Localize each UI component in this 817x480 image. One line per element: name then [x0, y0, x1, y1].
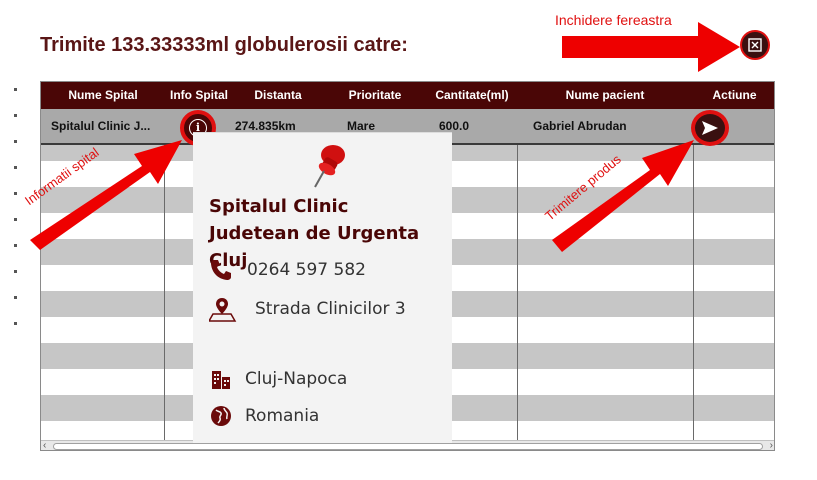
column-header-distance[interactable]: Distanta: [233, 82, 323, 109]
dialog-title: Trimite 133.33333ml globulerosii catre:: [40, 34, 408, 56]
close-button[interactable]: [740, 30, 770, 60]
map-marker-icon: [209, 298, 237, 322]
column-header-action[interactable]: Actiune: [693, 82, 774, 109]
close-arrow-annotation: [562, 22, 740, 72]
popup-country-row: Romania: [209, 404, 319, 428]
popup-address: Strada Clinicilor 3: [255, 299, 406, 319]
close-icon: [748, 38, 762, 52]
grid-header: Nume Spital Info Spital Distanta Priorit…: [41, 82, 774, 109]
building-icon: [212, 371, 230, 389]
popup-country: Romania: [245, 406, 320, 426]
column-header-priority[interactable]: Prioritate: [323, 82, 427, 109]
column-divider: [517, 109, 518, 440]
popup-address-row: Strada Clinicilor 3: [209, 296, 406, 322]
popup-city: Cluj-Napoca: [245, 369, 348, 389]
popup-city-row: Cluj-Napoca: [209, 367, 347, 391]
popup-phone: 0264 597 582: [247, 260, 366, 280]
margin-marks: [14, 88, 17, 328]
phone-icon: [211, 260, 231, 280]
info-arrow-annotation: [30, 140, 182, 250]
column-header-info[interactable]: Info Spital: [165, 82, 233, 109]
send-icon: [702, 121, 718, 135]
pin-icon: [314, 145, 345, 188]
column-header-quantity[interactable]: Cantitate(ml): [427, 82, 517, 109]
scrollbar-thumb[interactable]: [53, 443, 763, 450]
globe-icon: [211, 406, 231, 426]
hospital-info-popup: Spitalul Clinic Judetean de Urgenta Cluj…: [193, 132, 452, 443]
scroll-right-icon[interactable]: ›: [770, 440, 773, 450]
column-header-hospital[interactable]: Nume Spital: [41, 82, 165, 109]
scroll-left-icon[interactable]: ‹: [43, 440, 46, 450]
column-header-patient[interactable]: Nume pacient: [517, 82, 693, 109]
popup-phone-row: 0264 597 582: [209, 258, 366, 282]
